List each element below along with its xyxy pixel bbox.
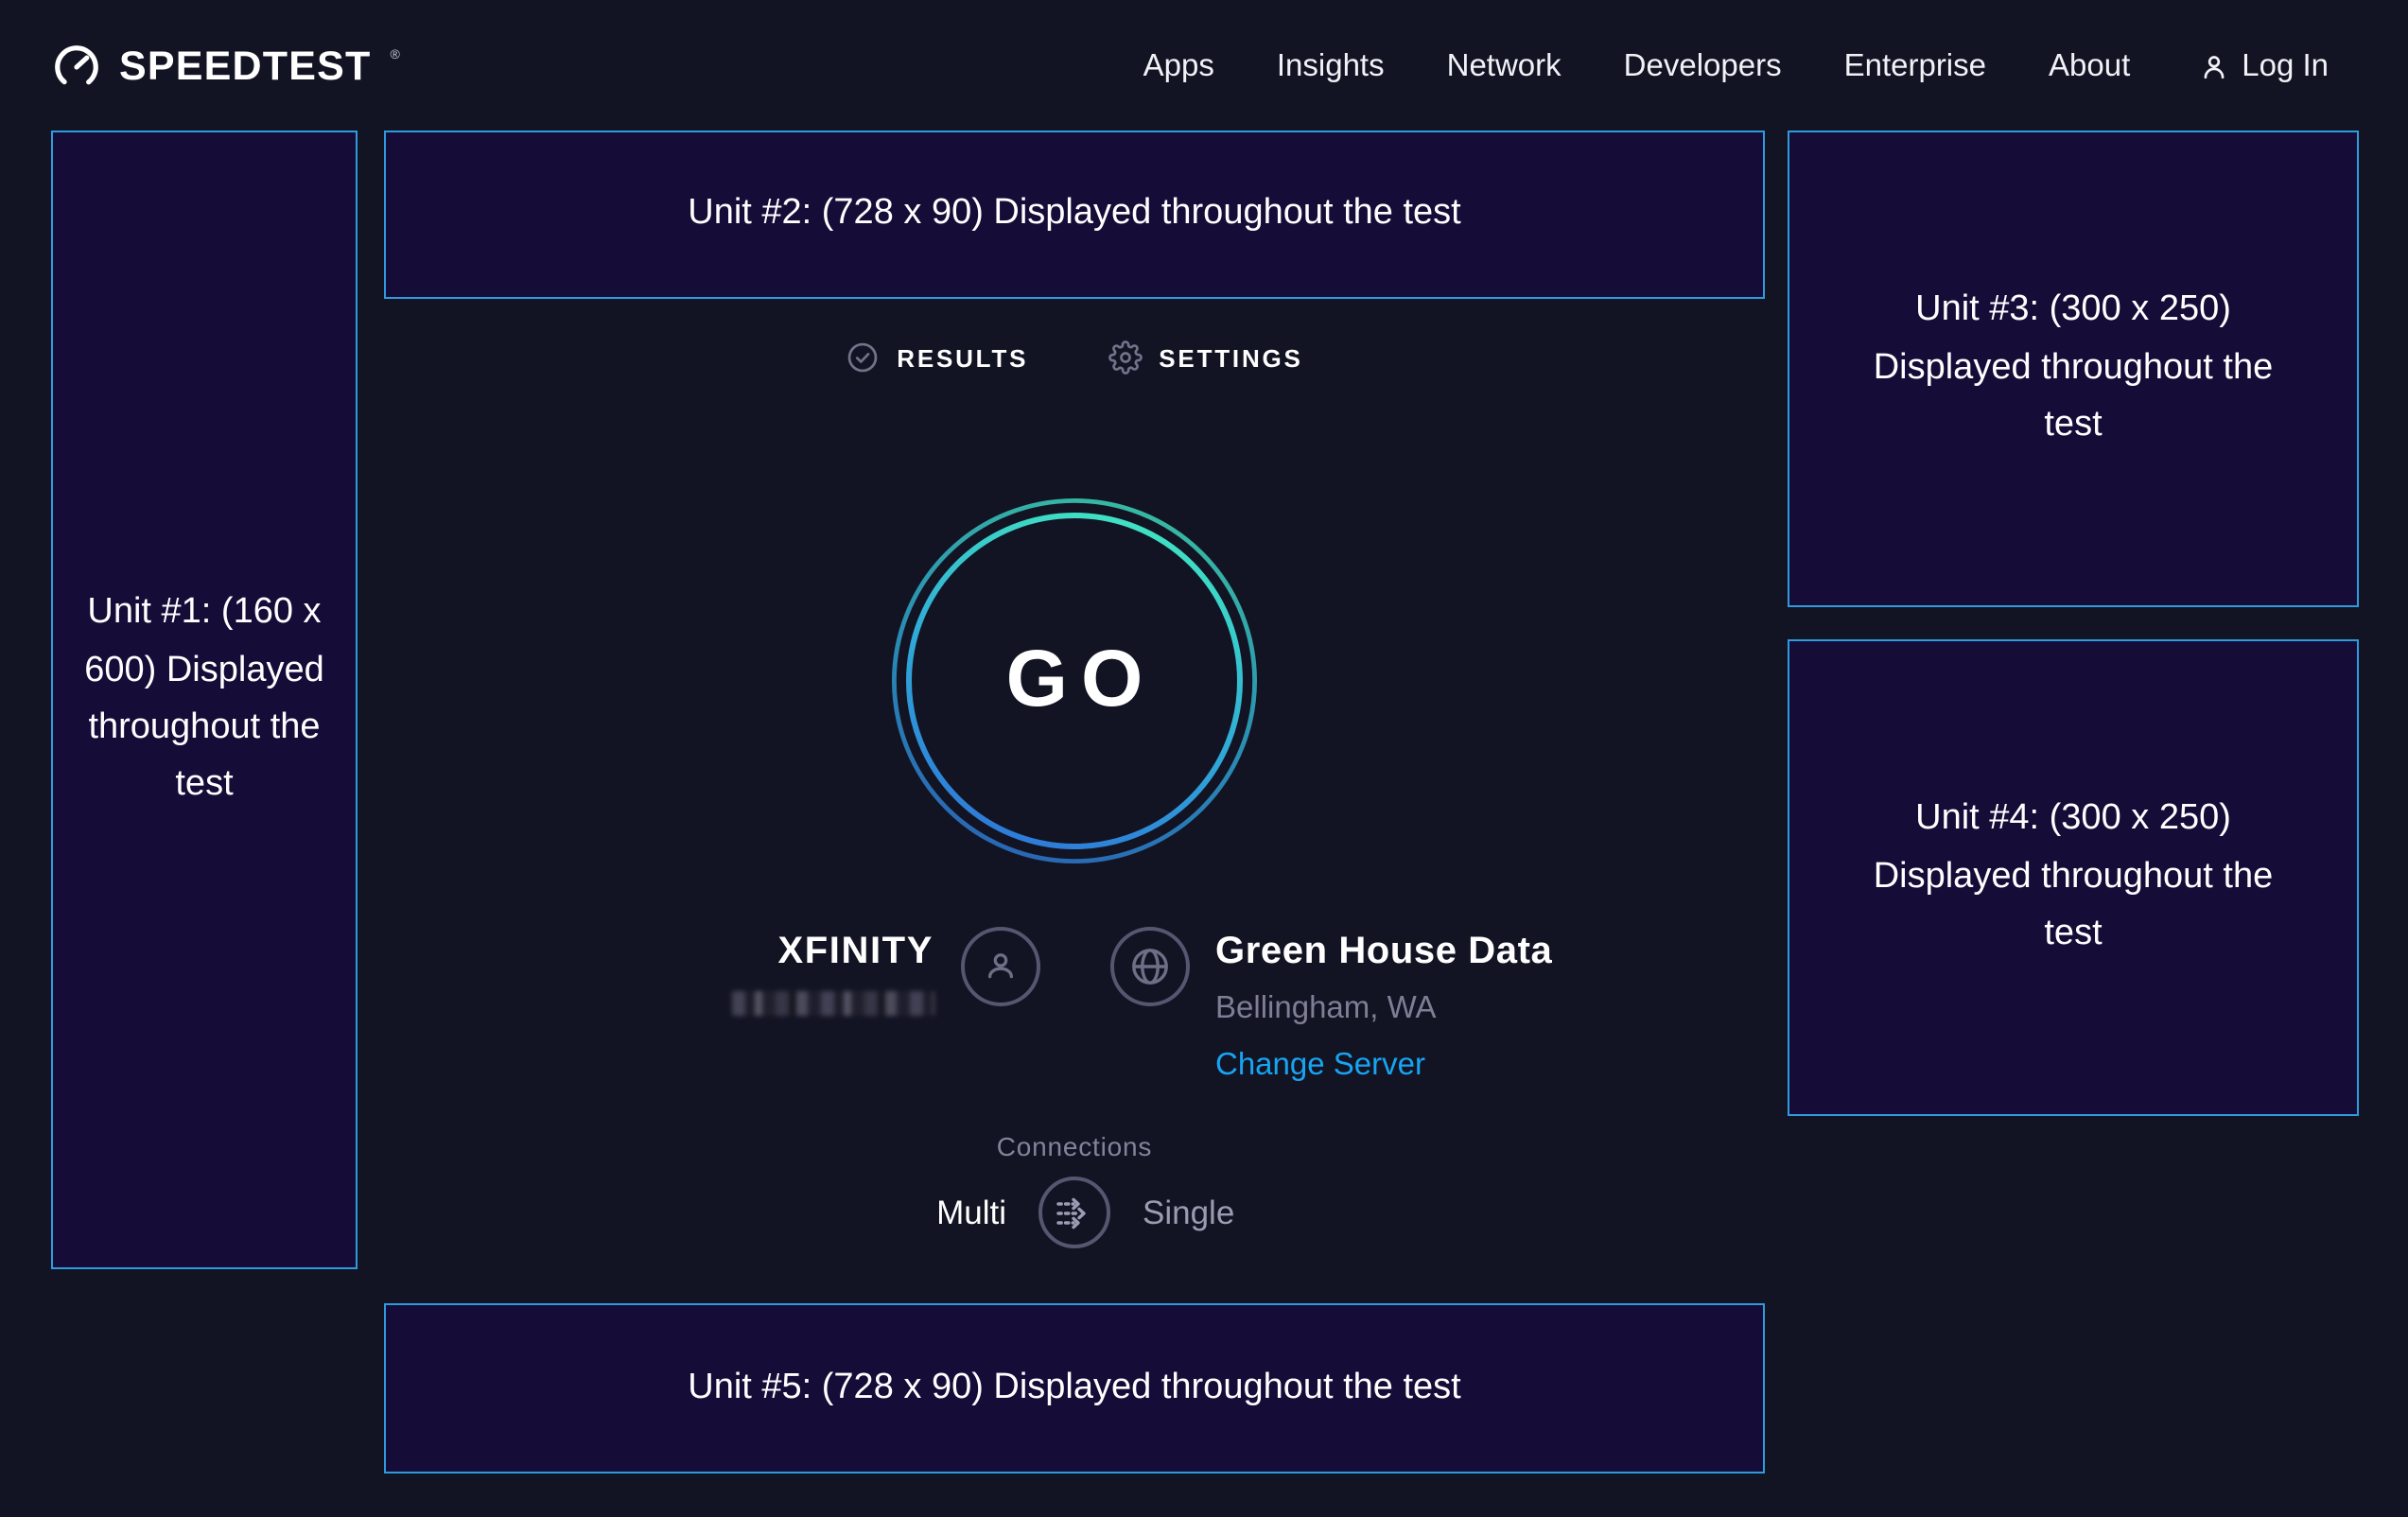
ad-unit-1[interactable]: Unit #1: (160 x 600) Displayed throughou… [51, 131, 358, 1269]
tab-settings-label: SETTINGS [1159, 343, 1302, 372]
tab-results-label: RESULTS [897, 343, 1028, 372]
isp-block: XFINITY [384, 915, 1075, 1084]
brand-name: SPEEDTEST [119, 43, 372, 90]
server-location: Bellingham, WA [1215, 991, 1552, 1027]
speedtest-page: SPEEDTEST ® Apps Insights Network Develo… [0, 0, 2408, 1517]
speedtest-logo[interactable]: SPEEDTEST ® [51, 41, 398, 92]
tab-results[interactable]: RESULTS [846, 340, 1028, 375]
ad-unit-3-text: Unit #3: (300 x 250) Displayed throughou… [1873, 283, 2274, 455]
tab-settings[interactable]: SETTINGS [1108, 340, 1302, 375]
go-button[interactable]: GO [891, 497, 1258, 864]
connections-single-option[interactable]: Single [1143, 1193, 1765, 1232]
user-icon [2198, 50, 2230, 82]
login-button[interactable]: Log In [2198, 48, 2329, 84]
multi-arrows-icon[interactable] [1038, 1177, 1110, 1248]
connections-label: Connections [384, 1131, 1765, 1161]
nav-item-enterprise[interactable]: Enterprise [1844, 48, 1986, 84]
change-server-link[interactable]: Change Server [1215, 1048, 1552, 1084]
connections-multi-option[interactable]: Multi [384, 1193, 1006, 1232]
isp-name: XFINITY [731, 931, 934, 974]
speedtest-main: RESULTS SETTINGS [384, 0, 1765, 1517]
server-block: Green House Data Bellingham, WA Change S… [1075, 915, 1765, 1084]
tabs-row: RESULTS SETTINGS [384, 340, 1765, 375]
login-label: Log In [2242, 48, 2329, 84]
gear-icon [1108, 340, 1142, 375]
speedtest-gauge-icon [51, 41, 102, 92]
server-name: Green House Data [1215, 931, 1552, 974]
person-icon [960, 927, 1039, 1006]
connection-info-row: XFINITY [384, 915, 1765, 1084]
check-circle-icon [846, 340, 880, 375]
ad-unit-4[interactable]: Unit #4: (300 x 250) Displayed throughou… [1788, 639, 2359, 1116]
isp-text-column: XFINITY [731, 915, 934, 1016]
connections-toggle-row: Multi Single [384, 1177, 1765, 1248]
ad-unit-1-text: Unit #1: (160 x 600) Displayed throughou… [72, 584, 337, 814]
ad-unit-3[interactable]: Unit #3: (300 x 250) Displayed throughou… [1788, 131, 2359, 607]
nav-item-about[interactable]: About [2049, 48, 2130, 84]
go-button-label: GO [993, 634, 1157, 724]
ad-unit-4-text: Unit #4: (300 x 250) Displayed throughou… [1873, 792, 2274, 964]
isp-ip-redacted [731, 991, 934, 1016]
server-text-column: Green House Data Bellingham, WA Change S… [1215, 915, 1552, 1084]
globe-icon [1109, 927, 1189, 1006]
